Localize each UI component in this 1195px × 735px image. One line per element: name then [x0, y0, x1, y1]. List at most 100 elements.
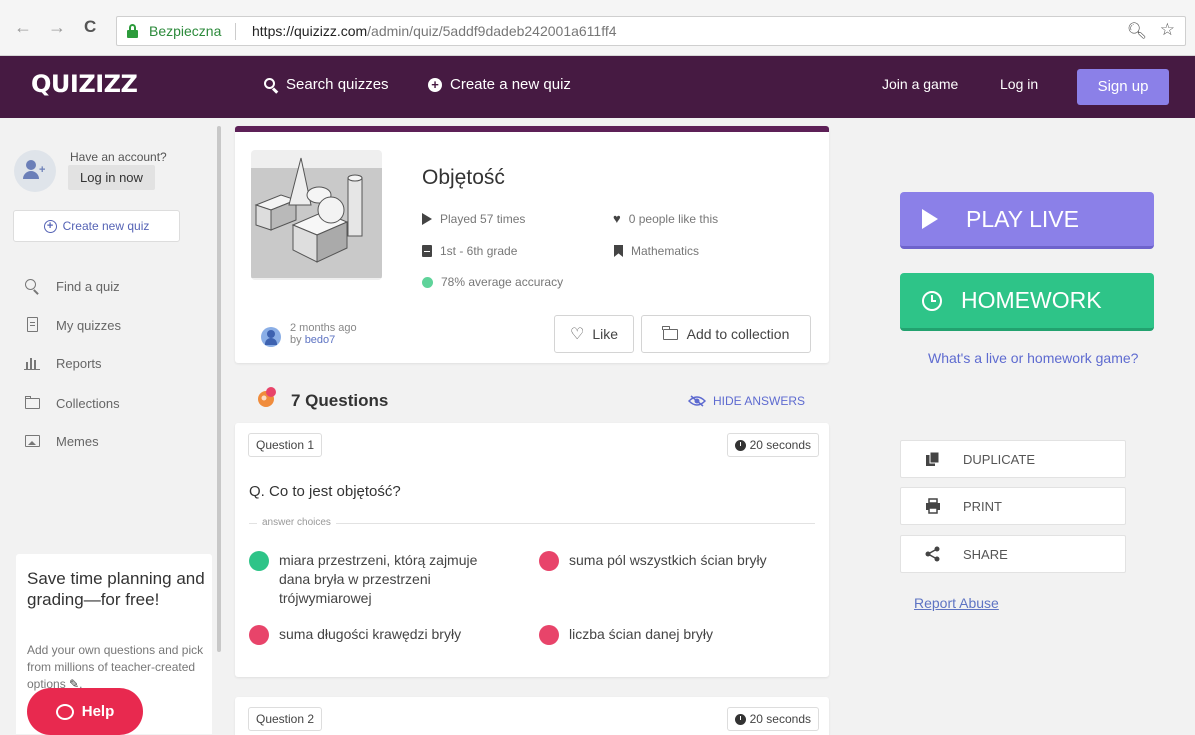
plus-circle-icon: + — [428, 77, 442, 92]
bar-chart-icon — [24, 355, 41, 371]
have-account-text: Have an account? — [70, 150, 167, 164]
duplicate-button[interactable]: DUPLICATE — [900, 440, 1126, 478]
played-count: Played 57 times — [422, 212, 525, 226]
eye-slash-icon — [688, 395, 706, 407]
sidebar: + Have an account? Log in now + Create n… — [0, 118, 217, 735]
printer-icon — [926, 498, 940, 514]
login-now-button[interactable]: Log in now — [68, 165, 155, 190]
question-text: Q. Co to jest objętość? — [249, 483, 401, 500]
author-avatar — [261, 327, 281, 347]
author-link[interactable]: bedo7 — [305, 334, 336, 346]
heart-icon: ♥ — [613, 211, 621, 226]
quizizz-logo[interactable]: QUIZIZZ — [31, 70, 138, 98]
sidebar-item-find-quiz[interactable]: Find a quiz — [24, 276, 120, 296]
create-new-quiz-label: Create new quiz — [62, 219, 150, 233]
incorrect-dot-icon — [539, 551, 559, 571]
add-to-collection-button[interactable]: Add to collection — [641, 315, 811, 353]
share-button[interactable]: SHARE — [900, 535, 1126, 573]
sidebar-item-label: Find a quiz — [56, 278, 120, 294]
likes-count: ♥ 0 people like this — [613, 211, 719, 226]
print-button[interactable]: PRINT — [900, 487, 1126, 525]
signup-button[interactable]: Sign up — [1077, 69, 1169, 105]
play-icon — [422, 213, 432, 225]
address-bar[interactable]: Bezpieczna https://quizizz.com/admin/qui… — [116, 16, 1186, 46]
homework-button[interactable]: HOMEWORK — [900, 273, 1154, 331]
sidebar-item-my-quizzes[interactable]: My quizzes — [24, 315, 121, 335]
answer-choice: suma pól wszystkich ścian bryły — [539, 551, 819, 571]
image-icon — [24, 433, 41, 449]
sidebar-scrollbar[interactable] — [217, 126, 221, 652]
heart-outline-icon: ♡ — [569, 326, 585, 343]
sidebar-item-reports[interactable]: Reports — [24, 353, 102, 373]
sidebar-item-label: Collections — [56, 395, 120, 411]
play-icon — [922, 209, 938, 229]
geometric-solids-image — [251, 157, 382, 278]
incorrect-dot-icon — [539, 625, 559, 645]
help-button[interactable]: Help — [27, 688, 143, 735]
author-info: 2 months ago by bedo7 — [290, 322, 357, 346]
promo-title: Save time planning and grading—for free! — [27, 569, 205, 609]
share-icon — [925, 546, 940, 562]
question-card: Question 2 20 seconds — [235, 697, 829, 735]
accuracy-dot-icon — [422, 276, 433, 288]
question-time: 20 seconds — [726, 707, 819, 731]
url-text[interactable]: https://quizizz.com/admin/quiz/5addf9dad… — [252, 23, 617, 39]
document-icon — [24, 317, 41, 333]
live-homework-help-link[interactable]: What's a live or homework game? — [928, 350, 1138, 366]
grade-level: 1st - 6th grade — [422, 244, 517, 258]
add-user-icon: + — [14, 150, 56, 192]
quiz-thumbnail — [251, 150, 382, 280]
question-number: Question 1 — [248, 433, 323, 457]
reload-button[interactable]: C — [84, 18, 96, 36]
quiz-info-card: Objętość Played 57 times ♥ 0 people like… — [235, 126, 829, 363]
sidebar-item-label: Reports — [56, 355, 102, 371]
clock-icon — [922, 290, 942, 311]
incorrect-dot-icon — [249, 625, 269, 645]
sidebar-item-label: Memes — [56, 433, 99, 449]
answer-choice: suma długości krawędzi bryły — [249, 625, 509, 645]
join-game-link[interactable]: Join a game — [882, 76, 958, 92]
chat-bubble-icon — [55, 703, 74, 720]
forward-button[interactable]: → — [48, 18, 66, 36]
search-icon — [264, 77, 279, 94]
question-time: 20 seconds — [726, 433, 819, 457]
browser-toolbar: ← → C Bezpieczna https://quizizz.com/adm… — [0, 0, 1195, 56]
create-new-quiz-button[interactable]: + Create new quiz — [13, 210, 180, 242]
answer-choice: miara przestrzeni, którą zajmuje dana br… — [249, 551, 509, 608]
question-card: Question 1 20 seconds Q. Co to jest obję… — [235, 423, 829, 677]
clock-icon — [734, 439, 746, 451]
back-button[interactable]: ← — [14, 18, 32, 36]
answer-choices-label: answer choices — [257, 517, 336, 528]
zoom-icon[interactable]: 🔍︎ — [1127, 21, 1147, 41]
secure-label: Bezpieczna — [149, 23, 222, 39]
quiz-title: Objętość — [422, 166, 505, 189]
bookmark-star-icon[interactable]: ☆ — [1160, 20, 1175, 40]
lock-icon — [127, 24, 138, 38]
sidebar-item-label: My quizzes — [56, 317, 122, 333]
clock-icon — [734, 713, 746, 725]
question-number: Question 2 — [248, 707, 323, 731]
search-quizzes-link[interactable]: Search quizzes — [264, 76, 389, 94]
book-icon — [422, 245, 432, 257]
duplicate-icon — [926, 451, 940, 466]
login-link[interactable]: Log in — [1000, 76, 1038, 92]
folder-icon — [24, 395, 41, 411]
sidebar-item-memes[interactable]: Memes — [24, 431, 99, 451]
play-live-button[interactable]: PLAY LIVE — [900, 192, 1154, 249]
bookmark-icon — [614, 245, 623, 257]
create-quiz-link[interactable]: + Create a new quiz — [428, 76, 571, 93]
promo-text: Add your own questions and pick from mil… — [27, 643, 204, 691]
plus-circle-icon: + — [43, 219, 57, 233]
average-accuracy: 78% average accuracy — [422, 275, 563, 289]
answer-choice: liczba ścian danej bryły — [539, 625, 819, 645]
created-ago: 2 months ago — [290, 322, 357, 334]
sidebar-item-collections[interactable]: Collections — [24, 393, 120, 413]
search-quizzes-label: Search quizzes — [286, 76, 389, 93]
correct-dot-icon — [249, 551, 269, 571]
folder-icon — [662, 325, 678, 340]
subject: Mathematics — [614, 244, 699, 258]
like-button[interactable]: ♡ Like — [554, 315, 634, 353]
address-divider — [235, 23, 236, 40]
report-abuse-link[interactable]: Report Abuse — [914, 595, 999, 611]
hide-answers-button[interactable]: HIDE ANSWERS — [688, 394, 805, 408]
